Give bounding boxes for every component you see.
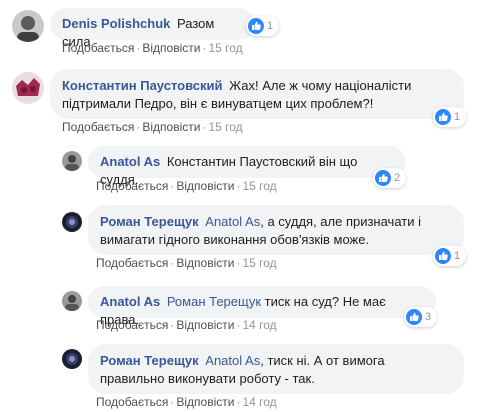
reaction-count[interactable]: 1 [433, 107, 467, 127]
reply-link[interactable]: Відповісти [176, 256, 234, 270]
mention-link[interactable]: Роман Терещук [167, 294, 261, 309]
separator-dot: · [236, 318, 241, 332]
reply-link[interactable]: Відповісти [142, 41, 200, 55]
comment-bubble: Роман Терещук Anatol As, тиск ні. А от в… [88, 344, 464, 394]
reply-link[interactable]: Відповісти [176, 395, 234, 409]
mention-link[interactable]: Anatol As [205, 214, 260, 229]
like-reaction-icon [406, 309, 422, 325]
reply-link[interactable]: Відповісти [176, 318, 234, 332]
avatar[interactable] [12, 10, 44, 42]
like-link[interactable]: Подобається [62, 120, 134, 134]
separator-dot: · [170, 395, 175, 409]
avatar[interactable] [62, 151, 82, 171]
mention-link[interactable]: Anatol As [205, 353, 260, 368]
comment-actions: Подобається · Відповісти · 15 год [62, 120, 243, 134]
separator-dot: · [170, 318, 175, 332]
comment-time[interactable]: 15 год [208, 41, 242, 55]
like-link[interactable]: Подобається [96, 256, 168, 270]
reaction-number: 2 [394, 172, 401, 184]
comment-author[interactable]: Anatol As [100, 294, 160, 309]
separator-dot: · [202, 120, 207, 134]
comment-actions: Подобається · Відповісти · 14 год [96, 318, 277, 332]
separator-dot: · [236, 256, 241, 270]
avatar[interactable] [62, 212, 82, 232]
comment-actions: Подобається · Відповісти · 15 год [62, 41, 243, 55]
reaction-number: 3 [425, 311, 432, 323]
comment-bubble: Anatol As Константин Паустовский він що … [88, 146, 406, 187]
comment-author[interactable]: Denis Polishchuk [62, 16, 170, 31]
comment-time[interactable]: 14 год [242, 395, 276, 409]
comment-bubble: Anatol As Роман Терещук тиск на суд? Не … [88, 286, 436, 327]
like-reaction-icon [375, 170, 391, 186]
reply-link[interactable]: Відповісти [176, 179, 234, 193]
separator-dot: · [236, 395, 241, 409]
separator-dot: · [136, 120, 141, 134]
reply-link[interactable]: Відповісти [142, 120, 200, 134]
reaction-number: 1 [454, 111, 461, 123]
separator-dot: · [170, 256, 175, 270]
reaction-number: 1 [267, 20, 274, 32]
reaction-count[interactable]: 1 [433, 246, 467, 266]
separator-dot: · [236, 179, 241, 193]
separator-dot: · [202, 41, 207, 55]
comment-author[interactable]: Константин Паустовский [62, 78, 222, 93]
comment-actions: Подобається · Відповісти · 15 год [96, 256, 277, 270]
avatar[interactable] [62, 349, 82, 369]
comment-author[interactable]: Anatol As [100, 154, 160, 169]
comment-actions: Подобається · Відповісти · 15 год [96, 179, 277, 193]
comment-actions: Подобається · Відповісти · 14 год [96, 395, 277, 409]
avatar[interactable] [12, 72, 44, 104]
separator-dot: · [136, 41, 141, 55]
like-link[interactable]: Подобається [62, 41, 134, 55]
comment-author[interactable]: Роман Терещук [100, 353, 199, 368]
comment-author[interactable]: Роман Терещук [100, 214, 199, 229]
comment-time[interactable]: 14 год [242, 318, 276, 332]
like-link[interactable]: Подобається [96, 318, 168, 332]
comment-time[interactable]: 15 год [242, 179, 276, 193]
reaction-count[interactable]: 2 [373, 168, 407, 188]
comment-time[interactable]: 15 год [242, 256, 276, 270]
separator-dot: · [170, 179, 175, 193]
reaction-number: 1 [454, 250, 461, 262]
like-reaction-icon [435, 109, 451, 125]
comment-bubble: Denis Polishchuk Разом сила [50, 8, 255, 49]
like-link[interactable]: Подобається [96, 179, 168, 193]
avatar[interactable] [62, 291, 82, 311]
comment-time[interactable]: 15 год [208, 120, 242, 134]
reaction-count[interactable]: 3 [404, 307, 438, 327]
comment-bubble: Константин Паустовский Жах! Але ж чому н… [50, 69, 464, 119]
like-reaction-icon [248, 18, 264, 34]
comment-bubble: Роман Терещук Anatol As, а суддя, але пр… [88, 205, 464, 255]
like-reaction-icon [435, 248, 451, 264]
like-link[interactable]: Подобається [96, 395, 168, 409]
reaction-count[interactable]: 1 [246, 16, 280, 36]
